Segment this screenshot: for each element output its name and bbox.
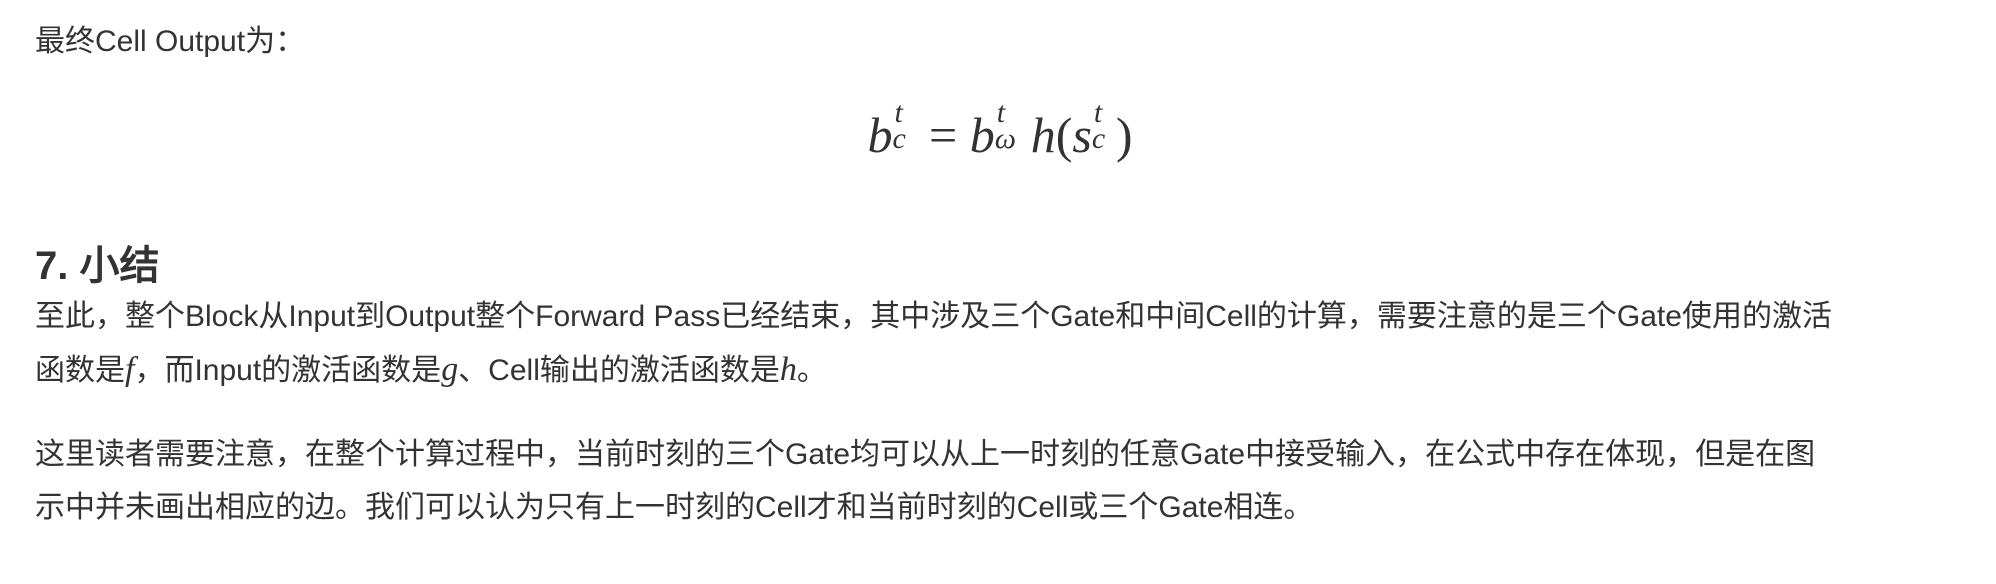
summary-line-1: 至此，整个Block从Input到Output整个Forward Pass已经结… (35, 300, 1832, 333)
intro-text: 最终Cell Output为： (35, 25, 306, 58)
formula-rhs-base: b (969, 107, 995, 163)
summary-line-2-d: 。 (796, 354, 827, 387)
formula-lhs-base: b (867, 107, 893, 163)
summary-line-2-c: 、Cell输出的激活函数是 (458, 354, 780, 387)
note-paragraph: 这里读者需要注意，在整个计算过程中，当前时刻的三个Gate均可以从上一时刻的任意… (35, 428, 1965, 534)
formula-arg-sub: c (1091, 122, 1106, 155)
cell-output-formula: btc = b t ω h(s t c) (35, 96, 1965, 170)
summary-line-2-b: ，而Input的激活函数是 (134, 354, 442, 387)
formula-equals: = (929, 107, 958, 163)
section-heading: 7. 小结 (35, 244, 160, 289)
summary-line-2-a: 函数是 (35, 354, 125, 387)
formula-rhs-scripts: tω (995, 96, 1031, 155)
formula-arg-base: s (1072, 107, 1092, 163)
formula-lhs-sub: c (892, 122, 906, 155)
summary-line-2: 函数是f，而Input的激活函数是g、Cell输出的激活函数是h。 (35, 343, 1965, 397)
math-g: g (441, 351, 459, 388)
formula-open-paren: ( (1055, 107, 1073, 163)
formula-func: h (1030, 107, 1056, 163)
formula-arg-scripts: tc (1092, 96, 1116, 155)
summary-paragraph: 至此，整个Block从Input到Output整个Forward Pass已经结… (35, 290, 1965, 397)
math-h: h (779, 351, 797, 388)
note-line-2: 示中并未画出相应的边。我们可以认为只有上一时刻的Cell才和当前时刻的Cell或… (35, 491, 1314, 524)
note-line-1: 这里读者需要注意，在整个计算过程中，当前时刻的三个Gate均可以从上一时刻的任意… (35, 438, 1816, 471)
formula-lhs-scripts: tc (893, 96, 917, 155)
formula-close-paren: ) (1115, 107, 1133, 163)
formula-rhs-sub: ω (994, 122, 1016, 155)
